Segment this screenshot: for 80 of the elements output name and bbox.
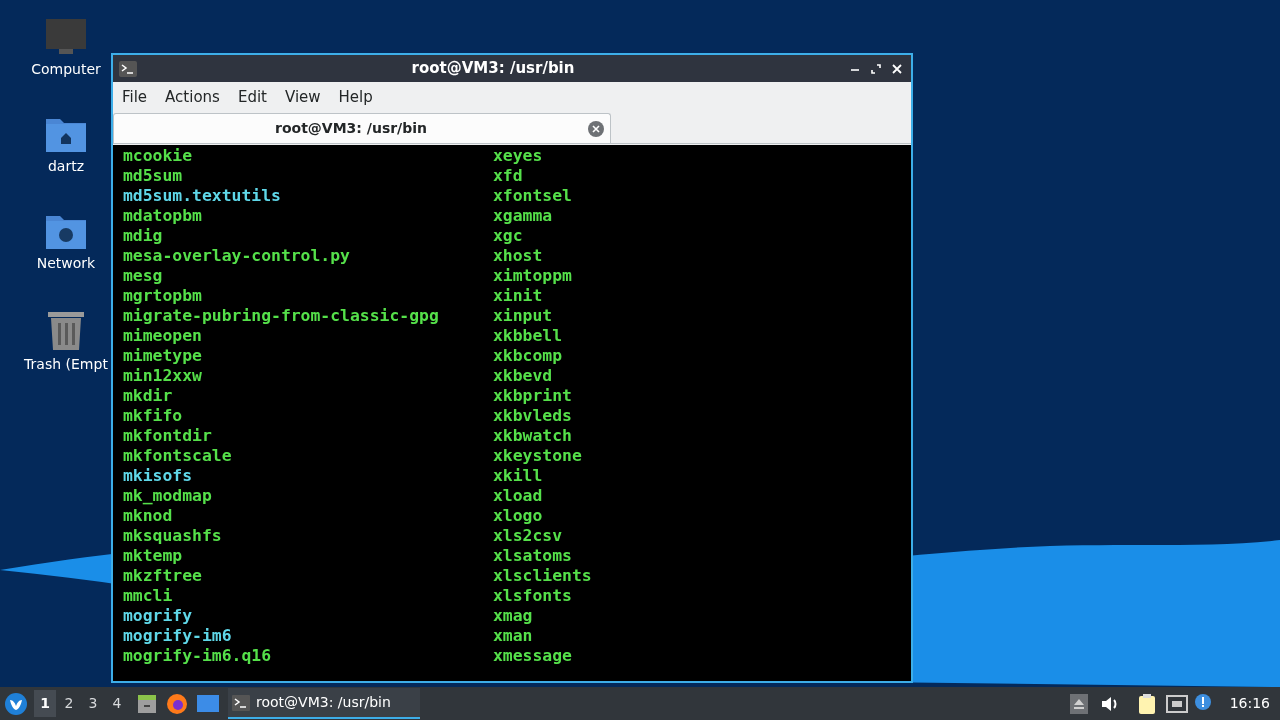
workspace-button[interactable]: 3 <box>82 690 104 717</box>
file-name: xkeystone <box>493 446 583 466</box>
file-cabinet-icon[interactable] <box>136 692 158 715</box>
monitor-icon <box>45 18 87 56</box>
trash-icon <box>47 309 85 351</box>
clipboard-icon[interactable] <box>1137 692 1158 715</box>
file-name: xlsatoms <box>493 546 573 566</box>
file-name: ximtoppm <box>493 266 573 286</box>
menu-item[interactable]: View <box>277 83 328 111</box>
menu-item[interactable]: Actions <box>158 83 227 111</box>
desktop-icon-label[interactable]: Computer <box>31 59 101 80</box>
close-tab-icon[interactable] <box>588 120 604 137</box>
file-name: min12xxw <box>123 366 203 386</box>
desktop-icon-label[interactable]: Trash (Empt <box>24 354 108 375</box>
file-name: xkbbell <box>493 326 564 346</box>
desktop-icon-label[interactable]: dartz <box>47 156 85 177</box>
file-name: xkbvleds <box>493 406 573 426</box>
workspace-button[interactable]: 1 <box>34 690 56 717</box>
desktop-icon-label[interactable]: Network <box>36 253 96 274</box>
file-name: xlogo <box>493 506 544 526</box>
maximize-icon[interactable] <box>870 62 882 75</box>
window-title: root@VM3: /usr/bin <box>410 58 576 80</box>
file-name: mogrify <box>123 606 194 626</box>
file-name: md5sum <box>123 166 184 186</box>
file-name: mcookie <box>123 146 194 166</box>
file-name: xkbprint <box>493 386 573 406</box>
desktop-icon[interactable] <box>196 693 220 714</box>
file-name: xeyes <box>493 146 544 166</box>
file-name: xinit <box>493 286 544 306</box>
file-name: mogrify-im6.q16 <box>123 646 273 666</box>
terminal-tab[interactable]: root@VM3: /usr/bin <box>113 113 611 143</box>
menu-item[interactable]: Edit <box>230 83 274 111</box>
file-name: mdatopbm <box>123 206 203 226</box>
file-name: xmessage <box>493 646 573 666</box>
menu-item[interactable]: Help <box>331 83 380 111</box>
terminal-icon <box>232 694 250 711</box>
file-name: xkill <box>493 466 544 486</box>
file-name: mimeopen <box>123 326 203 346</box>
file-name: mkisofs <box>123 466 194 486</box>
file-name: xman <box>493 626 534 646</box>
terminal-icon <box>119 60 137 77</box>
file-name: mknod <box>123 506 174 526</box>
file-name: xmag <box>493 606 534 626</box>
file-name: mkfifo <box>123 406 184 426</box>
file-name: xkbwatch <box>493 426 573 446</box>
eject-icon[interactable] <box>1069 693 1088 714</box>
task-button[interactable]: root@VM3: /usr/bin <box>228 688 420 719</box>
workspace-button[interactable]: 4 <box>106 690 128 717</box>
file-name: mogrify-im6 <box>123 626 233 646</box>
file-name: mkfontdir <box>123 426 213 446</box>
file-name: xhost <box>493 246 544 266</box>
menu-item[interactable]: File <box>115 83 155 111</box>
file-name: mesg <box>123 266 164 286</box>
file-name: migrate-pubring-from-classic-gpg <box>123 306 440 326</box>
file-name: xload <box>493 486 544 506</box>
file-name: xkbevd <box>493 366 554 386</box>
file-name: mksquashfs <box>123 526 223 546</box>
file-name: xfd <box>493 166 524 186</box>
file-name: xlsfonts <box>493 586 573 606</box>
file-name: xgc <box>493 226 524 246</box>
file-name: mktemp <box>123 546 184 566</box>
file-name: xkbcomp <box>493 346 564 366</box>
file-name: mdig <box>123 226 164 246</box>
workspace-button[interactable]: 2 <box>58 690 80 717</box>
file-name: xls2csv <box>493 526 564 546</box>
clock[interactable]: 16:16 <box>1229 693 1270 714</box>
file-name: md5sum.textutils <box>123 186 282 206</box>
file-name: mmcli <box>123 586 174 606</box>
file-name: mkzftree <box>123 566 203 586</box>
file-name: mk_modmap <box>123 486 213 506</box>
file-name: xfontsel <box>493 186 573 206</box>
file-name: mgrtopbm <box>123 286 203 306</box>
close-icon[interactable] <box>891 62 903 75</box>
file-name: mkfontscale <box>123 446 233 466</box>
file-name: mimetype <box>123 346 203 366</box>
file-name: xinput <box>493 306 554 326</box>
file-name: mesa-overlay-control.py <box>123 246 351 266</box>
file-name: xlsclients <box>493 566 593 586</box>
file-name: mkdir <box>123 386 174 406</box>
file-name: xgamma <box>493 206 554 226</box>
